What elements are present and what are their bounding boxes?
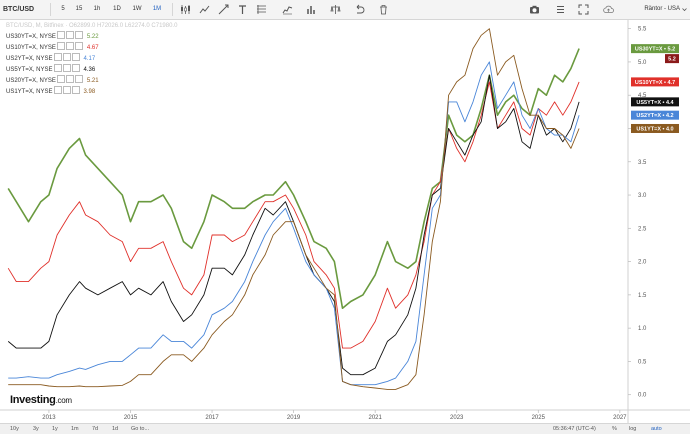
legend-series-value: 3.98 xyxy=(83,89,96,95)
legend-series-value: 5.22 xyxy=(86,34,99,40)
settings-toggle[interactable] xyxy=(62,53,71,61)
legend-row[interactable]: US20YT=X, NYSE 5.21 xyxy=(6,75,99,86)
legend-row[interactable]: US10YT=X, NYSE 4.67 xyxy=(6,42,99,53)
settings-toggle[interactable] xyxy=(65,42,74,50)
x-tick-label: 2025 xyxy=(532,415,546,421)
visibility-toggle[interactable] xyxy=(56,75,65,83)
legend-row[interactable]: US2YT=X, NYSE 4.17 xyxy=(6,53,99,64)
y-tick-label: 3.5 xyxy=(638,160,647,166)
series-legend: US30YT=X, NYSE 5.22 US10YT=X, NYSE 4.67 US2Y… xyxy=(6,31,99,97)
y-tick-label: 5.5 xyxy=(638,27,647,33)
trend-chart-icon[interactable] xyxy=(282,4,293,15)
remove-toggle[interactable] xyxy=(71,53,80,61)
compare-icon[interactable] xyxy=(330,4,341,15)
y-tick-label: 3.0 xyxy=(638,193,647,199)
legend-row[interactable]: US1YT=X, NYSE 3.98 xyxy=(6,86,99,97)
x-tick-label: 2023 xyxy=(450,415,464,421)
toolbar-divider xyxy=(172,3,173,16)
x-tick-label: 2021 xyxy=(368,415,382,421)
legend-series-name: US20YT=X, NYSE xyxy=(6,78,56,84)
legend-series-name: US30YT=X, NYSE xyxy=(6,34,56,40)
symbol-label[interactable]: BTC/USD xyxy=(3,0,43,19)
remove-toggle[interactable] xyxy=(71,64,80,72)
y-tick-label: 1.0 xyxy=(638,326,647,332)
logo-suffix: .com xyxy=(55,396,72,405)
y-tick-label: 0.5 xyxy=(638,359,647,365)
legend-series-value: 4.67 xyxy=(86,45,99,51)
y-tick-label: 0.0 xyxy=(638,393,647,399)
list-icon[interactable] xyxy=(555,4,566,15)
x-tick-label: 2019 xyxy=(287,415,301,421)
settings-toggle[interactable] xyxy=(65,31,74,39)
x-tick-label: 2017 xyxy=(205,415,219,421)
camera-icon[interactable] xyxy=(529,4,540,15)
investing-logo: Investing.com xyxy=(10,394,72,406)
region-dropdown[interactable]: Räntor - USA xyxy=(620,0,680,19)
y-tick-label: 2.5 xyxy=(638,226,647,232)
legend-series-name: US2YT=X, NYSE xyxy=(6,56,53,62)
remove-toggle[interactable] xyxy=(74,75,83,83)
legend-series-name: US10YT=X, NYSE xyxy=(6,45,56,51)
legend-series-name: US5YT=X, NYSE xyxy=(6,67,53,73)
price-tag-label: 5.2 xyxy=(668,57,676,63)
remove-toggle[interactable] xyxy=(74,31,83,39)
visibility-toggle[interactable] xyxy=(53,64,62,72)
chart-app: BTC/USD 5 15 1h 1D 1W 1M Räntor - USA 0.… xyxy=(0,0,690,434)
legend-row[interactable]: US5YT=X, NYSE 4.36 xyxy=(6,64,99,75)
legend-series-value: 5.21 xyxy=(86,78,99,84)
chevron-down-icon[interactable] xyxy=(682,7,687,12)
visibility-toggle[interactable] xyxy=(53,53,62,61)
text-tool-icon[interactable] xyxy=(237,4,248,15)
legend-series-name: US1YT=X, NYSE xyxy=(6,89,53,95)
yield-chart[interactable]: 0.00.51.01.52.02.53.03.54.04.55.05.52013… xyxy=(0,20,690,423)
logo-text: Investing xyxy=(10,394,56,406)
undo-icon[interactable] xyxy=(354,4,365,15)
delete-icon[interactable] xyxy=(378,4,389,15)
price-tag-label: US2YT=X • 4.2 xyxy=(636,113,673,119)
interval-15[interactable]: 15 xyxy=(72,0,86,19)
remove-toggle[interactable] xyxy=(71,86,80,94)
legend-series-value: 4.36 xyxy=(83,67,96,73)
visibility-toggle[interactable] xyxy=(56,42,65,50)
x-tick-label: 2027 xyxy=(613,415,627,421)
visibility-toggle[interactable] xyxy=(56,31,65,39)
y-tick-label: 1.5 xyxy=(638,293,647,299)
visibility-toggle[interactable] xyxy=(53,86,62,94)
settings-toggle[interactable] xyxy=(62,86,71,94)
x-tick-label: 2015 xyxy=(124,415,138,421)
interval-1d[interactable]: 1D xyxy=(110,0,124,19)
candles-icon[interactable] xyxy=(180,4,191,15)
interval-5[interactable]: 5 xyxy=(56,0,70,19)
settings-toggle[interactable] xyxy=(65,75,74,83)
price-tag-label: US10YT=X • 4.7 xyxy=(635,80,675,86)
fib-tool-icon[interactable] xyxy=(256,4,267,15)
x-tick-label: 2013 xyxy=(42,415,56,421)
fullscreen-icon[interactable] xyxy=(578,4,589,15)
y-tick-label: 2.0 xyxy=(638,260,647,266)
toolbar-divider xyxy=(50,3,51,16)
legend-row[interactable]: US30YT=X, NYSE 5.22 xyxy=(6,31,99,42)
interval-1m[interactable]: 1M xyxy=(150,0,164,19)
price-tag-label: US5YT=X • 4.4 xyxy=(636,100,674,106)
draw-tools-icon[interactable] xyxy=(218,4,229,15)
bottom-bar: 10y 3y 1y 1m 7d 1d Go to... 05:36:47 (UT… xyxy=(0,423,690,434)
chart-toolbar: BTC/USD 5 15 1h 1D 1W 1M Räntor - USA xyxy=(0,0,690,20)
price-tag-label: US30YT=X • 5.2 xyxy=(635,47,675,53)
indicators-icon[interactable] xyxy=(199,4,210,15)
settings-toggle[interactable] xyxy=(62,64,71,72)
price-tag-label: US1YT=X • 4.0 xyxy=(636,126,673,132)
interval-1h[interactable]: 1h xyxy=(90,0,104,19)
remove-toggle[interactable] xyxy=(74,42,83,50)
ohlc-readout: BTC/USD, M, Bitfinex · O62899.0 H72026.0… xyxy=(6,23,178,29)
bar-tool-icon[interactable] xyxy=(306,4,317,15)
legend-series-value: 4.17 xyxy=(83,56,96,62)
cloud-save-icon[interactable] xyxy=(603,4,614,15)
interval-1w[interactable]: 1W xyxy=(130,0,144,19)
y-tick-label: 5.0 xyxy=(638,60,647,66)
